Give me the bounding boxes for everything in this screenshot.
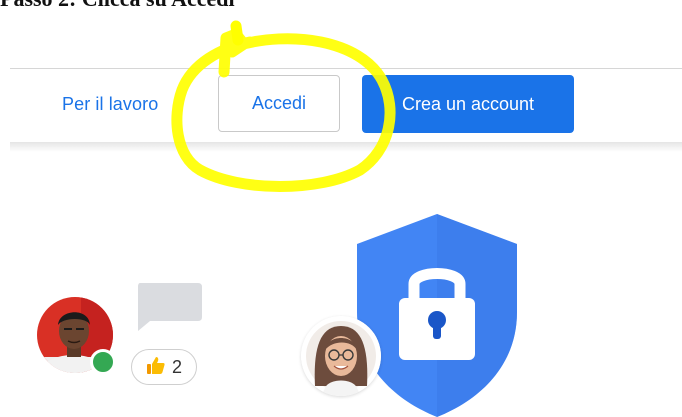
chat-bubble-icon — [136, 283, 202, 338]
user-avatar-woman — [301, 316, 381, 396]
thumbs-up-icon — [146, 355, 166, 380]
nav-shadow — [10, 142, 682, 152]
signin-button[interactable]: Accedi — [218, 75, 340, 132]
create-account-label: Crea un account — [401, 93, 535, 114]
security-shield-illustration — [357, 214, 517, 417]
reaction-badge: 2 — [131, 349, 197, 385]
create-account-button[interactable]: Crea un account — [362, 75, 574, 133]
for-work-link[interactable]: Per il lavoro — [62, 94, 158, 115]
instruction-caption: Passo 2: Clicca su Accedi — [0, 0, 235, 12]
signin-button-label: Accedi — [251, 93, 307, 113]
like-count: 2 — [171, 356, 182, 377]
online-status-dot — [90, 349, 116, 375]
